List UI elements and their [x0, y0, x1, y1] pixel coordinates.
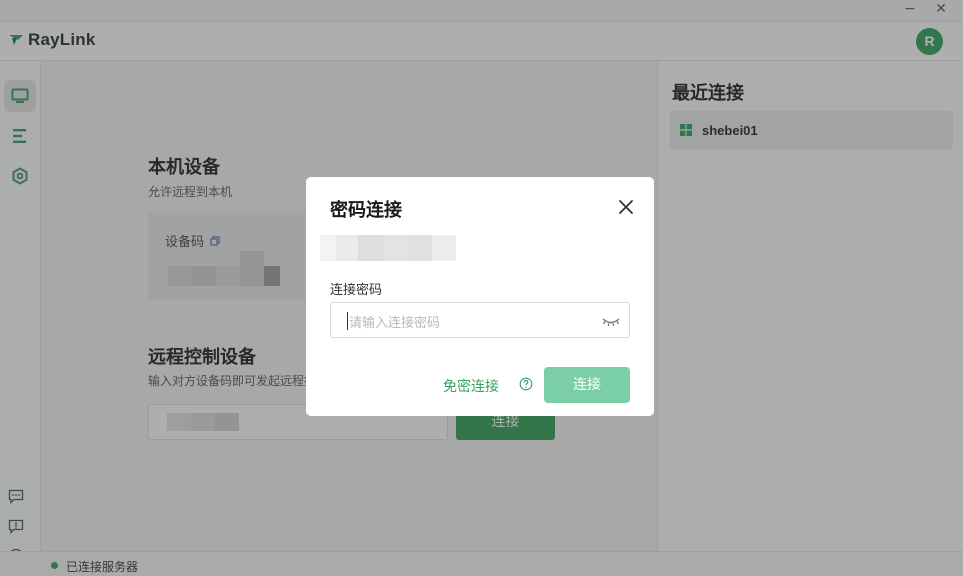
target-device-redacted: [358, 235, 384, 261]
dialog-connect-button[interactable]: 连接: [544, 367, 630, 403]
target-device-redacted: [432, 235, 456, 261]
dialog-title: 密码连接: [330, 200, 402, 221]
text-caret: [347, 312, 348, 330]
dialog-close-button[interactable]: [614, 195, 638, 219]
password-input[interactable]: 请输入连接密码: [330, 302, 630, 338]
eye-closed-icon[interactable]: [601, 313, 621, 329]
target-device-redacted: [384, 235, 408, 261]
passwordless-connect-link[interactable]: 免密连接: [443, 376, 499, 396]
password-placeholder: 请输入连接密码: [349, 316, 441, 331]
help-icon[interactable]: [519, 377, 533, 391]
password-connect-dialog: 密码连接 连接密码 请输入连接密码 免密连接 连接: [306, 177, 654, 416]
close-icon: [619, 200, 633, 214]
target-device-redacted: [320, 235, 336, 261]
password-label: 连接密码: [330, 283, 383, 298]
target-device-redacted: [408, 235, 432, 261]
target-device-redacted: [336, 235, 358, 261]
